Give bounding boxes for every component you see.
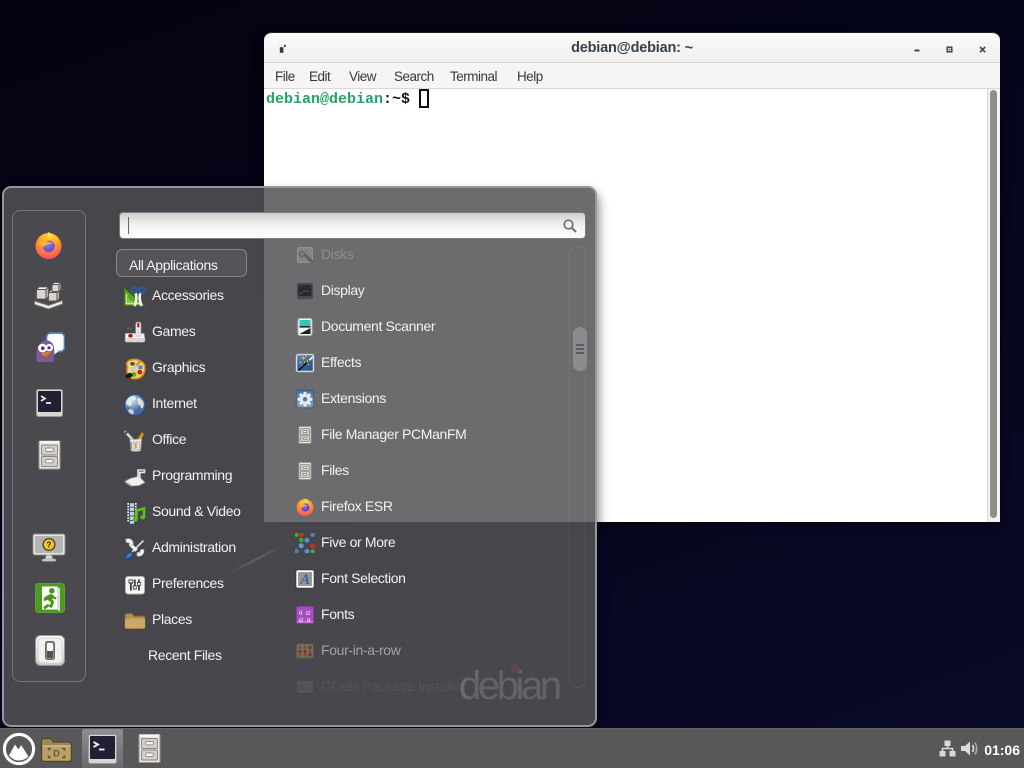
svg-text:A: A [299, 572, 310, 588]
svg-text:a: a [307, 615, 311, 624]
svg-text:?: ? [47, 541, 52, 550]
svg-text:D: D [53, 749, 60, 759]
svg-text:a: a [299, 614, 303, 624]
